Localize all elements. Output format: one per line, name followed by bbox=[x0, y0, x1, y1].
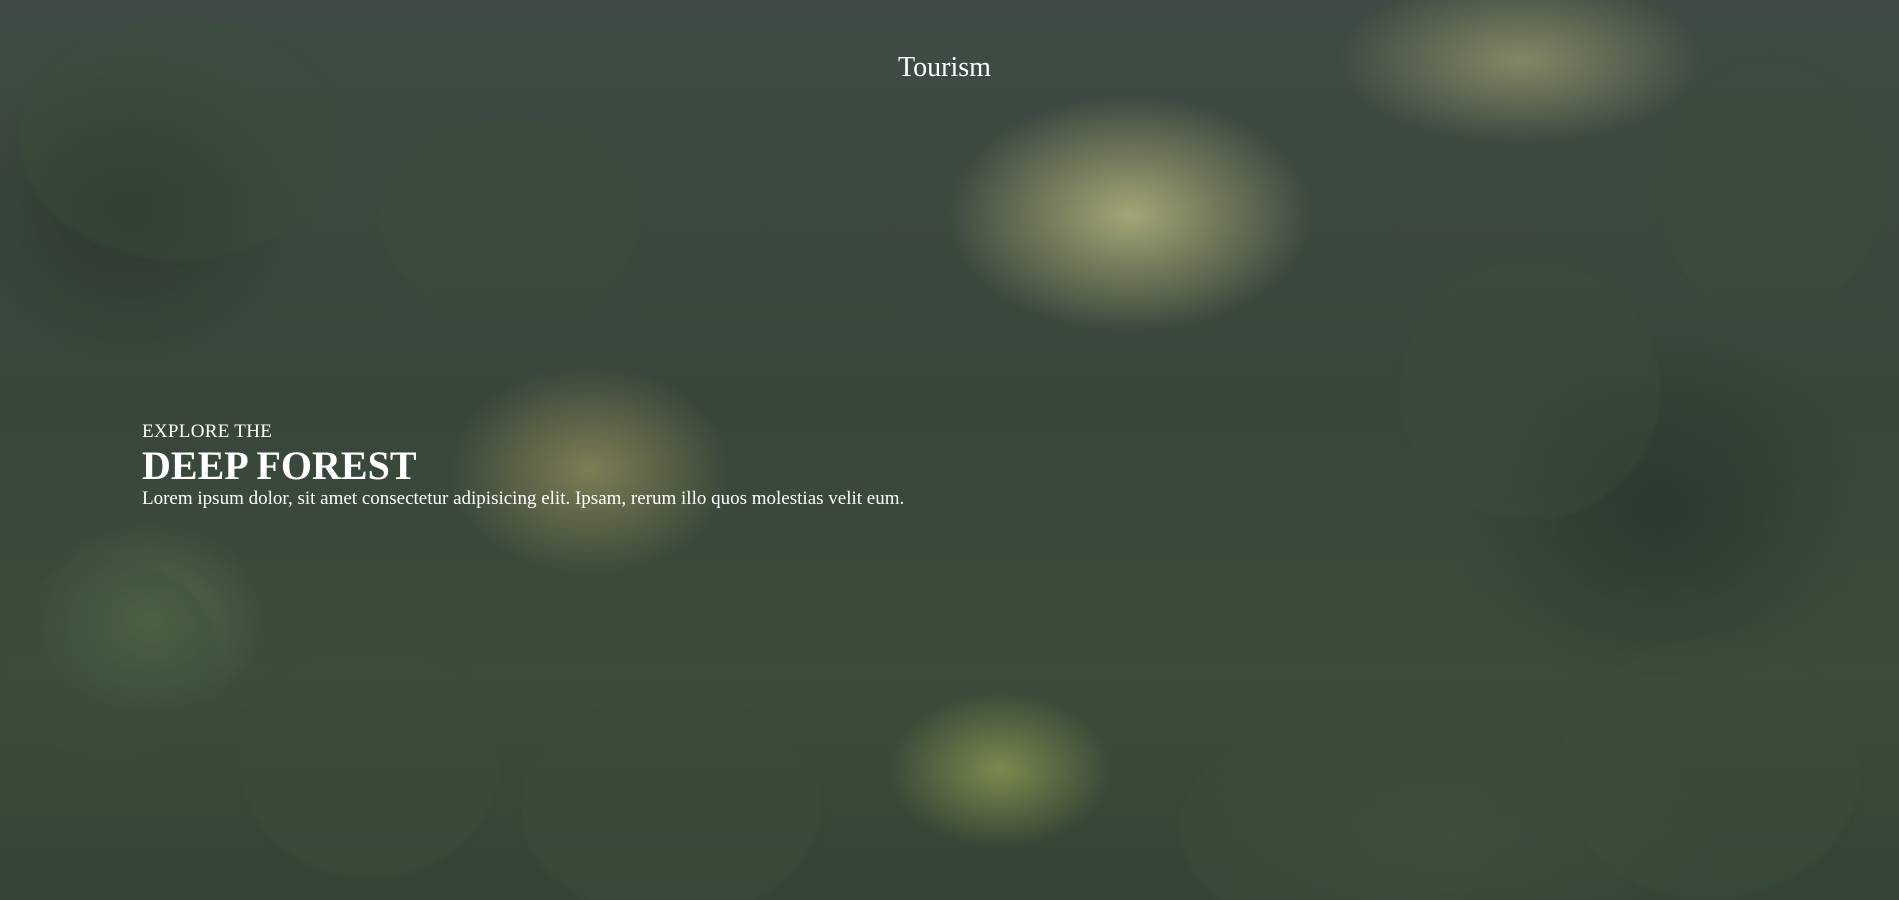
hero-headline: DEEP FOREST bbox=[142, 443, 417, 488]
hero-eyebrow: EXPLORE THE bbox=[142, 421, 273, 442]
site-brand[interactable]: Tourism bbox=[898, 52, 991, 84]
hero-description: Lorem ipsum dolor, sit amet consectetur … bbox=[142, 488, 905, 509]
hero-text-block: EXPLORE THE DEEP FOREST Lorem ipsum dolo… bbox=[142, 421, 904, 510]
hero-section: Tourism EXPLORE THE DEEP FOREST Lorem ip… bbox=[0, 0, 1899, 900]
